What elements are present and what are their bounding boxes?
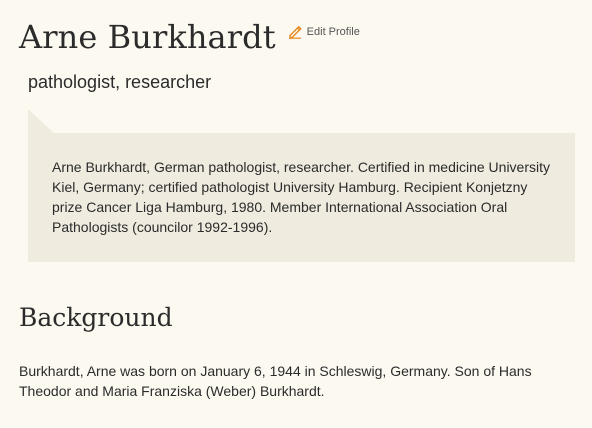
background-heading: Background <box>19 303 173 332</box>
occupation-subtitle: pathologist, researcher <box>28 72 212 92</box>
bio-summary-box: Arne Burkhardt, German pathologist, rese… <box>28 109 575 262</box>
bio-summary-text: Arne Burkhardt, German pathologist, rese… <box>52 159 550 235</box>
profile-page: Arne Burkhardt Edit Profile pathologist,… <box>0 0 592 428</box>
pencil-edit-icon <box>288 26 302 39</box>
edit-profile-label: Edit Profile <box>306 26 360 38</box>
title-row: Arne Burkhardt Edit Profile <box>19 18 360 56</box>
person-name: Arne Burkhardt <box>19 18 276 56</box>
background-text: Burkhardt, Arne was born on January 6, 1… <box>19 363 532 399</box>
edit-profile-link[interactable]: Edit Profile <box>288 25 360 39</box>
